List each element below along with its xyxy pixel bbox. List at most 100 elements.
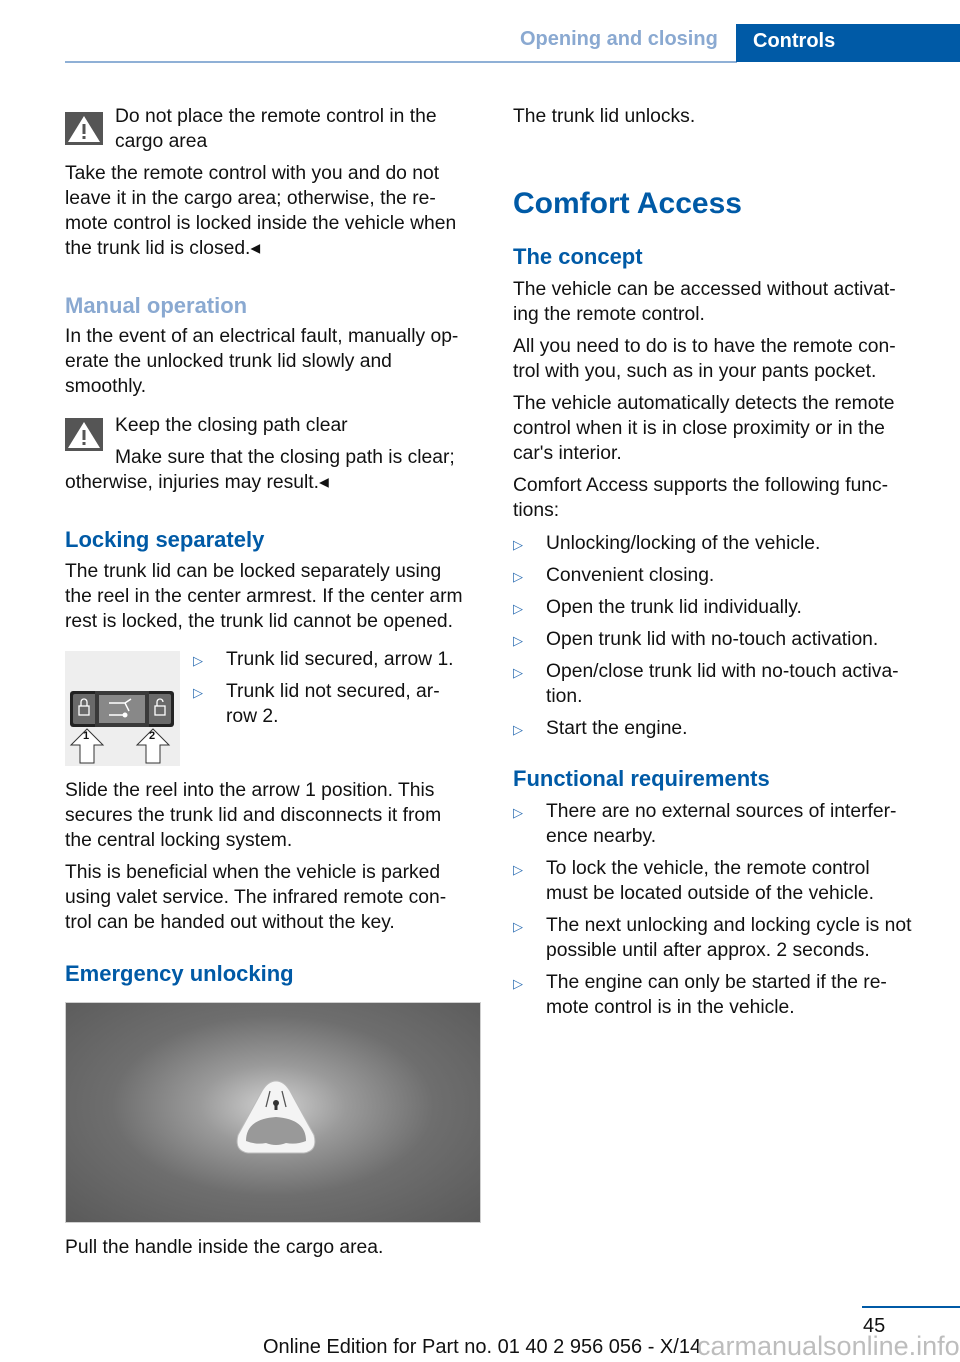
heading-manual-operation: Manual operation — [65, 293, 248, 318]
text-line: In the event of an electrical fault, man… — [65, 326, 459, 347]
text-line: secures the trunk lid and disconnects it… — [65, 805, 442, 826]
concept-paragraph: Comfort Access supports the following fu… — [513, 473, 933, 523]
armrest-reel-illustration: 1 2 — [65, 651, 180, 766]
bullet-triangle-icon: ▷ — [513, 569, 523, 584]
text-line: The trunk lid can be locked separately u… — [65, 561, 442, 582]
heading-functional-requirements: Functional requirements — [513, 766, 770, 791]
heading-comfort-access: Comfort Access — [513, 187, 742, 220]
text-line: the central locking system. — [65, 830, 293, 851]
text-line: car's interior. — [513, 443, 622, 464]
text-line: mote control is in the vehicle. — [546, 997, 795, 1018]
bullet-triangle-icon: ▷ — [513, 601, 523, 616]
text-line: using valet service. The infrared remote… — [65, 887, 447, 908]
bullet-triangle-icon: ▷ — [513, 665, 523, 680]
arrow-label-1: 1 — [83, 730, 90, 742]
text-line: erate the unlocked trunk lid slowly and — [65, 351, 392, 372]
warning-body: Take the remote control with you and do … — [65, 161, 480, 261]
text-line: Open/close trunk lid with no-touch activ… — [546, 661, 899, 682]
cargo-handle-photo — [65, 1002, 481, 1223]
locking-body: The trunk lid can be locked separately u… — [65, 559, 485, 634]
text-line: The vehicle automatically detects the re… — [513, 393, 895, 414]
text-line: control when it is in close proximity or… — [513, 418, 885, 439]
locking-paragraph: This is beneficial when the vehicle is p… — [65, 860, 480, 935]
text-line: Trunk lid not secured, ar- — [226, 681, 440, 702]
text-line: This is beneficial when the vehicle is p… — [65, 862, 441, 883]
concept-paragraph: All you need to do is to have the remote… — [513, 334, 933, 384]
text-line: Open trunk lid with no-touch activation. — [546, 629, 879, 650]
list-item: To lock the vehicle, the remote control … — [546, 856, 936, 906]
text-line: The next unlocking and locking cycle is … — [546, 915, 912, 936]
text-line: possible until after approx. 2 seconds. — [546, 940, 870, 961]
text-line: row 2. — [226, 706, 279, 727]
text-line: All you need to do is to have the remote… — [513, 336, 896, 357]
text-line: Trunk lid secured, arrow 1. — [226, 649, 454, 670]
header-rule — [65, 61, 737, 63]
text-line: Start the engine. — [546, 718, 688, 739]
text-line: Comfort Access supports the following fu… — [513, 475, 889, 496]
footer-rule — [862, 1306, 960, 1308]
text-line: To lock the vehicle, the remote control — [546, 858, 870, 879]
text-line: tions: — [513, 500, 560, 521]
header-section-title: Opening and closing — [520, 28, 718, 50]
warning-title: Do not place the remote control in the c… — [115, 104, 475, 154]
text-line: leave it in the cargo area; otherwise, t… — [65, 188, 436, 209]
bullet-triangle-icon: ▷ — [513, 537, 523, 552]
text-line: the reel in the center armrest. If the c… — [65, 586, 463, 607]
intro-text: The trunk lid unlocks. — [513, 106, 696, 127]
heading-emergency-unlocking: Emergency unlocking — [65, 961, 294, 986]
footer-edition: Online Edition for Part no. 01 40 2 956 … — [263, 1336, 702, 1358]
header-chapter-label: Controls — [753, 30, 836, 52]
list-item: There are no external sources of interfe… — [546, 799, 936, 849]
bullet-triangle-icon: ▷ — [513, 919, 523, 934]
concept-paragraph: The vehicle can be accessed without acti… — [513, 277, 933, 327]
text-line: ing the remote control. — [513, 304, 705, 325]
list-item: Start the engine. — [546, 716, 936, 741]
text-line: Take the remote control with you and do … — [65, 163, 440, 184]
text-line: Unlocking/locking of the vehicle. — [546, 533, 821, 554]
text-line: Open the trunk lid individually. — [546, 597, 802, 618]
bullet-triangle-icon: ▷ — [513, 862, 523, 877]
warning-body: Make sure that the closing path is clear… — [115, 447, 455, 468]
text-line: smoothly. — [65, 376, 147, 397]
list-item: Open the trunk lid individually. — [546, 595, 936, 620]
text-line: tion. — [546, 686, 583, 707]
locking-paragraph: Slide the reel into the arrow 1 position… — [65, 778, 480, 853]
text-line: rest is locked, the trunk lid cannot be … — [65, 611, 454, 632]
warning-title: Keep the closing path clear — [115, 415, 348, 436]
bullet-triangle-icon: ▷ — [513, 722, 523, 737]
list-item: Unlocking/locking of the vehicle. — [546, 531, 936, 556]
text-line: There are no external sources of interfe… — [546, 801, 897, 822]
text-line: Do not place the remote control in the — [115, 106, 437, 127]
bullet-triangle-icon: ▷ — [513, 633, 523, 648]
text-line: The vehicle can be accessed without acti… — [513, 279, 896, 300]
bullet-triangle-icon: ▷ — [193, 653, 203, 668]
bullet-triangle-icon: ▷ — [193, 685, 203, 700]
list-item: Trunk lid secured, arrow 1. — [226, 647, 481, 672]
warning-body: otherwise, injuries may result.◂ — [65, 472, 329, 493]
bullet-triangle-icon: ▷ — [513, 805, 523, 820]
handle-icon — [236, 1080, 316, 1154]
text-line: the trunk lid is closed.◂ — [65, 238, 261, 259]
heading-the-concept: The concept — [513, 244, 643, 269]
warning-icon — [65, 112, 103, 145]
list-item: Open trunk lid with no-touch activation. — [546, 627, 936, 652]
list-item: Convenient closing. — [546, 563, 936, 588]
text-line: Convenient closing. — [546, 565, 715, 586]
text-line: ence nearby. — [546, 826, 657, 847]
header-chapter-tab: Controls — [736, 24, 960, 62]
heading-locking-separately: Locking separately — [65, 527, 265, 552]
text-line: trol can be handed out without the key. — [65, 912, 395, 933]
text-line: The engine can only be started if the re… — [546, 972, 887, 993]
list-item: Trunk lid not secured, ar- row 2. — [226, 679, 481, 729]
bullet-triangle-icon: ▷ — [513, 976, 523, 991]
text-line: mote control is locked inside the vehicl… — [65, 213, 457, 234]
arrow-label-2: 2 — [149, 730, 156, 742]
text-line: must be located outside of the vehicle. — [546, 883, 874, 904]
list-item: Open/close trunk lid with no-touch activ… — [546, 659, 936, 709]
manual-body: In the event of an electrical fault, man… — [65, 324, 480, 399]
text-line: cargo area — [115, 131, 208, 152]
concept-paragraph: The vehicle automatically detects the re… — [513, 391, 933, 466]
list-item: The next unlocking and locking cycle is … — [546, 913, 936, 963]
warning-icon — [65, 418, 103, 451]
list-item: The engine can only be started if the re… — [546, 970, 936, 1020]
